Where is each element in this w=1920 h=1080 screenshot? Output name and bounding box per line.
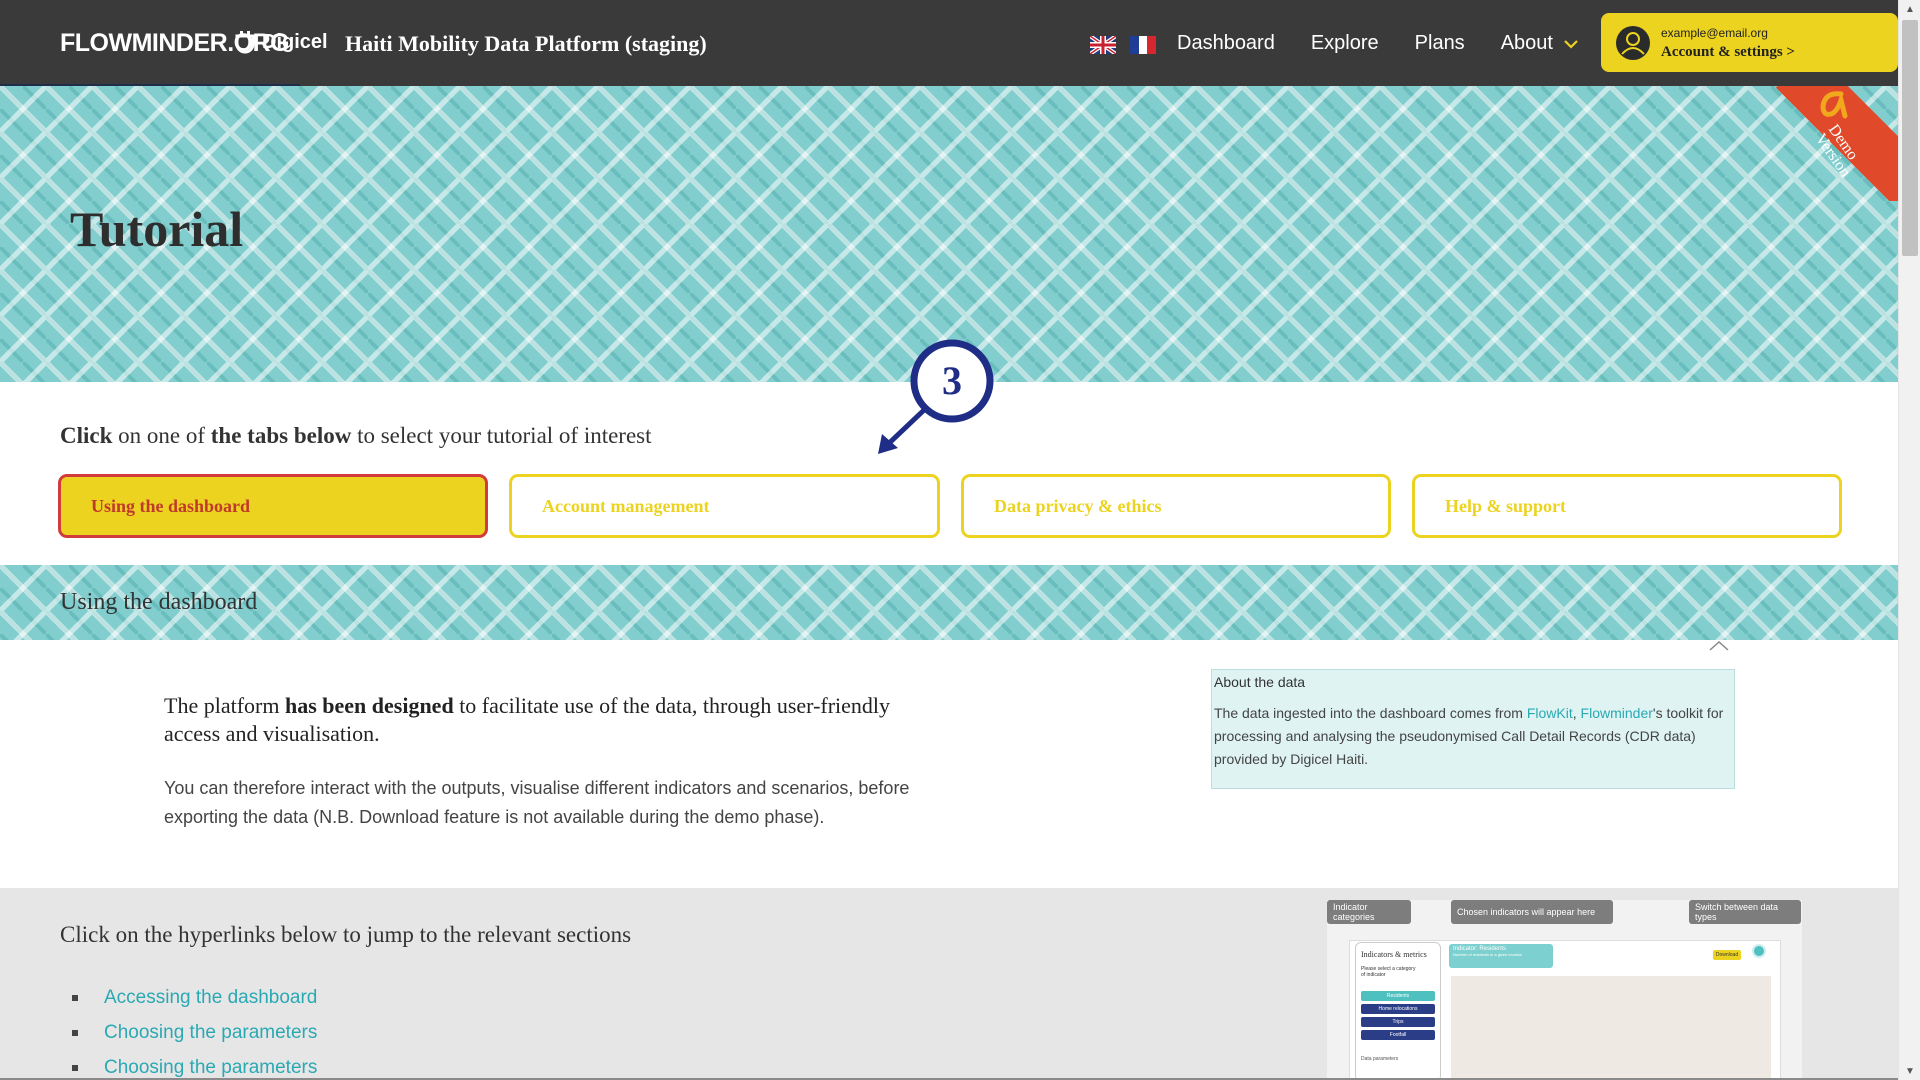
- hyperlink-label: Choosing the parameters: [104, 1021, 318, 1043]
- preview-indicator-card: Indicator: Residents Number of residents…: [1449, 944, 1553, 968]
- user-icon: [1616, 26, 1650, 60]
- account-email: example@email.org: [1661, 26, 1768, 40]
- lead-bold: has been designed: [284, 693, 454, 718]
- section-body: You can therefore interact with the outp…: [164, 778, 910, 827]
- nav-dashboard[interactable]: Dashboard: [1177, 32, 1275, 55]
- chevron-up-icon[interactable]: [1708, 640, 1730, 652]
- preview-pill: Home relocations: [1361, 1004, 1435, 1014]
- hyperlinks-title: Click on the hyperlinks below to jump to…: [60, 922, 632, 947]
- app-title: Haiti Mobility Data Platform (staging): [345, 31, 707, 56]
- top-navbar: FLOWMINDER.ORG Digicel Haiti Mobility Da…: [0, 0, 1898, 86]
- step-callout: 3: [878, 339, 994, 454]
- section-header-band: Using the dashboard: [0, 565, 1898, 640]
- preview-side-sub: Please select a category of indicator: [1361, 966, 1416, 978]
- preview-pill: Trips: [1361, 1017, 1435, 1027]
- about-data-box: About the data The data ingested into th…: [1211, 669, 1735, 789]
- flowminder-link[interactable]: Flowminder: [1581, 705, 1653, 721]
- nav-about[interactable]: About: [1501, 32, 1579, 55]
- tab-help-support[interactable]: Help & support: [1412, 474, 1842, 538]
- bullet-icon: [72, 1029, 78, 1036]
- about-text-before: The data ingested into the dashboard com…: [1214, 705, 1527, 721]
- uk-flag-icon[interactable]: [1090, 36, 1116, 54]
- scroll-down-icon[interactable]: ▼: [1899, 1062, 1920, 1080]
- flowkit-link[interactable]: FlowKit: [1527, 705, 1573, 721]
- account-button[interactable]: example@email.org Account & settings >: [1601, 13, 1898, 72]
- hyperlink-choosing-parameters-2[interactable]: Choosing the parameters: [72, 1050, 317, 1080]
- france-flag-icon[interactable]: [1130, 36, 1156, 54]
- scrollbar-thumb[interactable]: [1902, 20, 1918, 256]
- bullet-icon: [72, 1064, 78, 1071]
- preview-side-foot: Data parameters: [1361, 1056, 1399, 1062]
- preview-tip-categories: Indicator categories: [1327, 900, 1411, 924]
- digicel-logo[interactable]: Digicel: [234, 30, 328, 54]
- chevron-down-icon: [1564, 39, 1578, 49]
- nav-plans[interactable]: Plans: [1415, 32, 1465, 55]
- tab-data-privacy[interactable]: Data privacy & ethics: [961, 474, 1391, 538]
- main-nav: Dashboard Explore Plans About: [1177, 32, 1579, 55]
- digicel-icon: [235, 31, 255, 54]
- tabs-instruction: Click on one of the tabs below to select…: [60, 423, 652, 449]
- step-number: 3: [942, 358, 962, 403]
- hyperlinks-list: Accessing the dashboard Choosing the par…: [72, 980, 317, 1080]
- preview-map: [1451, 976, 1771, 1080]
- preview-tip-switch: Switch between data types: [1689, 900, 1801, 924]
- tabs-intro-rest: to select your tutorial of interest: [351, 423, 652, 448]
- preview-pill: Footfall: [1361, 1030, 1435, 1040]
- hyperlink-label: Accessing the dashboard: [104, 986, 318, 1008]
- page-scrollbar[interactable]: ▲ ▼: [1898, 0, 1920, 1080]
- tab-account-management[interactable]: Account management: [509, 474, 940, 538]
- hyperlink-accessing-dashboard[interactable]: Accessing the dashboard: [72, 980, 317, 1015]
- hyperlink-choosing-parameters[interactable]: Choosing the parameters: [72, 1015, 317, 1050]
- preview-tip-chosen: Chosen indicators will appear here: [1451, 900, 1613, 924]
- section-title: Using the dashboard: [60, 589, 258, 615]
- tab-using-dashboard[interactable]: Using the dashboard: [58, 474, 488, 538]
- about-data-title: About the data: [1214, 674, 1306, 690]
- nav-explore[interactable]: Explore: [1311, 32, 1379, 55]
- dashboard-preview-image: Indicator categories Chosen indicators w…: [1327, 900, 1802, 1080]
- section-lead: The platform has been designed to facili…: [164, 692, 944, 748]
- tabs-intro-click: Click: [60, 423, 113, 448]
- tabs-intro-bold: the tabs below: [210, 423, 352, 448]
- about-data-text: The data ingested into the dashboard com…: [1214, 702, 1732, 771]
- nav-about-label: About: [1500, 32, 1553, 54]
- bullet-icon: [72, 994, 78, 1001]
- language-switcher: [1090, 36, 1156, 54]
- lead-part1: The platform: [164, 693, 285, 718]
- preview-indicator-sub: Number of residents in a given location: [1453, 952, 1523, 957]
- account-settings-link[interactable]: Account & settings >: [1661, 44, 1795, 61]
- preview-side-title: Indicators & metrics: [1361, 950, 1427, 959]
- digicel-label: Digicel: [262, 30, 328, 53]
- preview-pill: Residents: [1361, 991, 1435, 1001]
- page-title: Tutorial: [70, 201, 244, 257]
- preview-toggle-icon: [1752, 944, 1766, 958]
- about-comma: ,: [1572, 705, 1581, 721]
- scroll-up-icon[interactable]: ▲: [1899, 0, 1920, 18]
- tabs-intro-mid: on one of: [112, 423, 211, 448]
- preview-download-button: Download: [1713, 950, 1741, 960]
- flowminder-alpha-icon: [1820, 91, 1848, 119]
- hyperlink-label: Choosing the parameters: [104, 1056, 318, 1078]
